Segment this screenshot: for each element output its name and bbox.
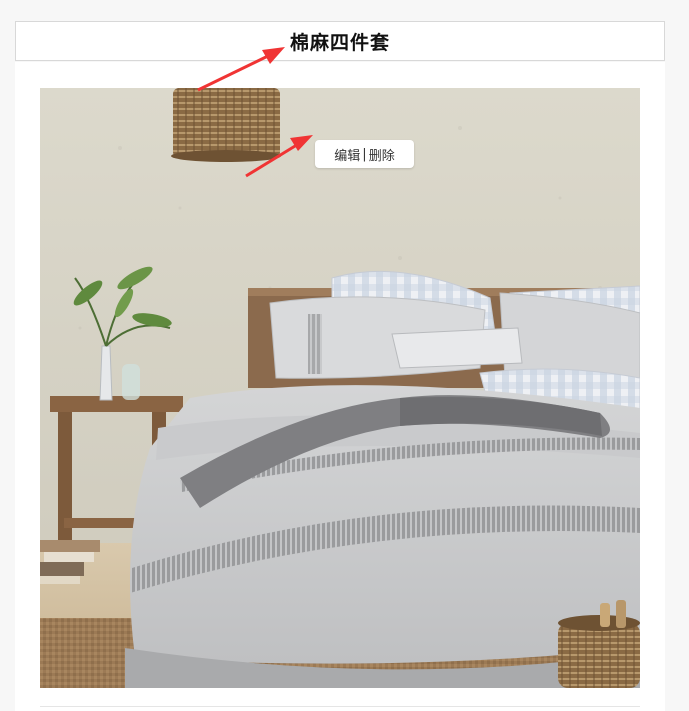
bedroom-photo-illustration <box>40 88 640 688</box>
edit-button[interactable]: 编辑 <box>334 145 360 164</box>
title-bar: 棉麻四件套 <box>15 21 665 61</box>
divider <box>40 706 640 707</box>
delete-button[interactable]: 删除 <box>369 145 395 164</box>
page: 棉麻四件套 编辑 | 删除 <box>0 0 689 711</box>
page-title: 棉麻四件套 <box>289 31 390 54</box>
action-popover: 编辑 | 删除 <box>315 140 414 168</box>
product-image[interactable]: 编辑 | 删除 <box>40 88 640 688</box>
product-card: 编辑 | 删除 <box>15 62 665 711</box>
action-separator: | <box>362 146 367 162</box>
